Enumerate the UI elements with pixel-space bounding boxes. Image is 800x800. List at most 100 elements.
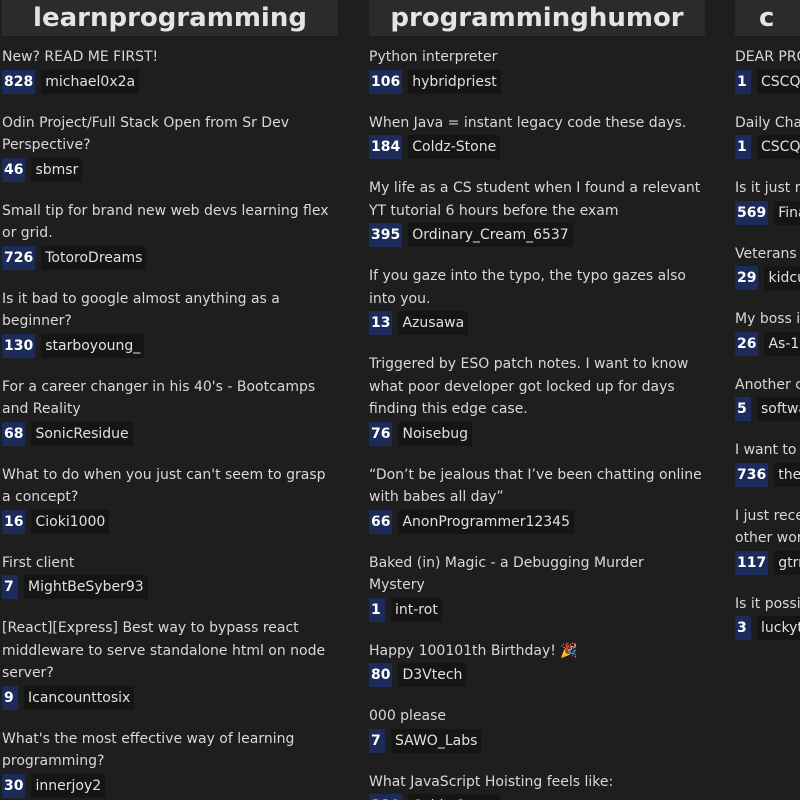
- post-meta: 184 Coldz-Stone: [369, 135, 705, 159]
- author-name[interactable]: Azusawa: [398, 311, 469, 335]
- author-name[interactable]: Fina: [774, 200, 800, 225]
- post-title-link[interactable]: [React][Express] Best way to bypass reac…: [2, 617, 338, 685]
- post-meta: 569Fina: [735, 200, 800, 225]
- score-badge: 16: [2, 509, 26, 534]
- author-name[interactable]: Coldz-Stone: [408, 135, 501, 159]
- author-name[interactable]: softwa: [757, 397, 800, 421]
- post-title-link[interactable]: For a career changer in his 40's - Bootc…: [2, 376, 338, 421]
- score-badge: 3: [735, 616, 751, 640]
- post-title-link[interactable]: What to do when you just can't seem to g…: [2, 464, 338, 509]
- post-item: Is it bad to google almost anything as a…: [2, 288, 338, 358]
- post-title-link[interactable]: What's the most effective way of learnin…: [2, 728, 338, 773]
- post-item: Is it just m569Fina: [735, 177, 800, 225]
- post-meta: 9 Icancounttosix: [2, 685, 338, 710]
- score-badge: 736: [735, 462, 769, 487]
- post-title-link[interactable]: New? READ ME FIRST!: [2, 46, 338, 69]
- post-title-link[interactable]: Is it just m: [735, 177, 800, 200]
- post-meta: 16 Cioki1000: [2, 509, 338, 534]
- post-meta: 29kidcur: [735, 266, 800, 290]
- author-name[interactable]: As-12: [764, 331, 800, 356]
- author-name[interactable]: SonicResidue: [31, 421, 133, 446]
- author-name[interactable]: AnonProgrammer12345: [398, 509, 574, 534]
- author-name[interactable]: Icancounttosix: [24, 685, 135, 710]
- post-title-link[interactable]: Odin Project/Full Stack Open from Sr Dev…: [2, 112, 338, 157]
- column-title[interactable]: c: [735, 0, 800, 37]
- post-title-link[interactable]: Another c: [735, 374, 800, 397]
- post-title-link[interactable]: What JavaScript Hoisting feels like:: [369, 771, 705, 794]
- post-meta: 66 AnonProgrammer12345: [369, 509, 705, 534]
- author-name[interactable]: luckyta: [757, 616, 800, 640]
- post-title-link[interactable]: Happy 100101th Birthday! 🎉: [369, 640, 705, 663]
- author-name[interactable]: sbmsr: [31, 157, 83, 182]
- column-3: cDEAR PRO FRIDAY RA1CSCQMDaily Chal1CSCQ…: [735, 0, 800, 800]
- author-name[interactable]: hybridpriest: [408, 69, 501, 94]
- author-name[interactable]: Noisebug: [398, 421, 472, 446]
- score-badge: 7: [369, 728, 385, 753]
- post-title-link[interactable]: “Don’t be jealous that I’ve been chattin…: [369, 464, 705, 509]
- author-name[interactable]: kidcur: [764, 266, 800, 290]
- post-item: My boss is26As-12: [735, 308, 800, 356]
- post-item: If you gaze into the typo, the typo gaze…: [369, 265, 705, 335]
- post-title-link[interactable]: Is it bad to google almost anything as a…: [2, 288, 338, 333]
- score-badge: 110: [369, 794, 403, 800]
- post-title-link[interactable]: Triggered by ESO patch notes. I want to …: [369, 353, 705, 421]
- score-badge: 30: [2, 773, 26, 798]
- post-meta: 395 Ordinary_Cream_6537: [369, 223, 705, 247]
- post-item: First client 7 MightBeSyber93: [2, 552, 338, 599]
- post-title-link[interactable]: Daily Chal: [735, 112, 800, 135]
- post-title-link[interactable]: 000 please: [369, 705, 705, 728]
- post-title-link[interactable]: DEAR PRO FRIDAY RA: [735, 46, 800, 69]
- post-item: New? READ ME FIRST! 828 michael0x2a: [2, 46, 338, 94]
- author-name[interactable]: Cioki1000: [31, 509, 110, 534]
- author-name[interactable]: gtrm: [774, 550, 800, 575]
- score-badge: 26: [735, 331, 759, 356]
- post-title-link[interactable]: If you gaze into the typo, the typo gaze…: [369, 265, 705, 310]
- score-badge: 828: [2, 69, 36, 94]
- score-badge: 1: [369, 597, 385, 622]
- post-meta: 1 int-rot: [369, 597, 705, 622]
- post-meta: 1CSCQM: [735, 69, 800, 94]
- author-name[interactable]: starboyoung_: [41, 333, 145, 358]
- score-badge: 29: [735, 266, 759, 290]
- author-name[interactable]: innerjoy2: [31, 773, 106, 798]
- score-badge: 1: [735, 69, 751, 94]
- score-badge: 184: [369, 135, 403, 159]
- post-title-link[interactable]: Small tip for brand new web devs learnin…: [2, 200, 338, 245]
- author-name[interactable]: MightBeSyber93: [24, 575, 148, 599]
- author-name[interactable]: CSCQM: [757, 135, 800, 159]
- post-meta: 828 michael0x2a: [2, 69, 338, 94]
- post-item: Daily Chal1CSCQM: [735, 112, 800, 159]
- post-item: Baked (in) Magic - a Debugging Murder My…: [369, 552, 705, 622]
- post-title-link[interactable]: I just rece internship morning. tomorrow…: [735, 505, 800, 550]
- post-title-link[interactable]: My life as a CS student when I found a r…: [369, 177, 705, 222]
- post-title-link[interactable]: When Java = instant legacy code these da…: [369, 112, 705, 135]
- post-title-link[interactable]: Veterans quickly/ba: [735, 243, 800, 266]
- author-name[interactable]: Ordinary_Cream_6537: [408, 223, 573, 247]
- author-name[interactable]: D3Vtech: [398, 663, 467, 687]
- post-title-link[interactable]: Python interpreter: [369, 46, 705, 69]
- score-badge: 5: [735, 397, 751, 421]
- post-meta: 80 D3Vtech: [369, 663, 705, 687]
- author-name[interactable]: Coldz-Stone: [408, 794, 501, 800]
- post-title-link[interactable]: First client: [2, 552, 338, 575]
- author-name[interactable]: SAWO_Labs: [391, 728, 482, 753]
- score-badge: 569: [735, 200, 769, 225]
- post-item: Veterans quickly/ba29kidcur: [735, 243, 800, 290]
- post-list: Python interpreter 106 hybridpriest When Ja…: [369, 37, 705, 800]
- author-name[interactable]: CSCQM: [757, 69, 800, 94]
- post-title-link[interactable]: My boss is: [735, 308, 800, 331]
- post-title-link[interactable]: Is it possil: [735, 593, 800, 616]
- author-name[interactable]: int-rot: [391, 597, 442, 622]
- post-item: Triggered by ESO patch notes. I want to …: [369, 353, 705, 446]
- column-title[interactable]: programminghumor: [369, 0, 705, 37]
- post-meta: 5softwa: [735, 397, 800, 421]
- score-badge: 1: [735, 135, 751, 159]
- post-meta: 726 TotoroDreams: [2, 245, 338, 270]
- author-name[interactable]: michael0x2a: [41, 69, 140, 94]
- column-title[interactable]: learnprogramming: [2, 0, 338, 37]
- post-item: What's the most effective way of learnin…: [2, 728, 338, 798]
- author-name[interactable]: the-: [774, 462, 800, 487]
- post-title-link[interactable]: Baked (in) Magic - a Debugging Murder My…: [369, 552, 705, 597]
- author-name[interactable]: TotoroDreams: [41, 245, 147, 270]
- post-title-link[interactable]: I want to Developm: [735, 439, 800, 462]
